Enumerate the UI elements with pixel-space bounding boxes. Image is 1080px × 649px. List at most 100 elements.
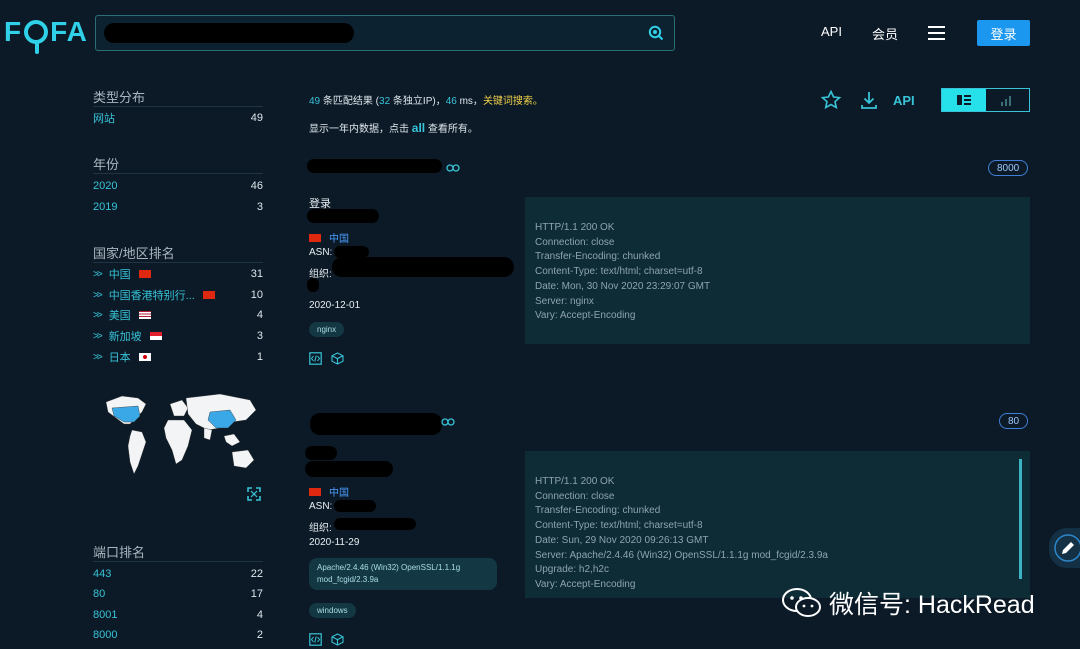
header-line: HTTP/1.1 200 OK (535, 222, 615, 233)
redacted-asn (334, 500, 376, 512)
result-country[interactable]: 中国 (309, 230, 349, 245)
hamburger-menu-icon[interactable] (928, 26, 945, 40)
redacted-title (305, 446, 337, 460)
result-date: 2020-12-01 (309, 300, 361, 311)
org-label: 组织: (309, 523, 332, 534)
port-badge[interactable]: 8000 (988, 160, 1029, 176)
nav-api-link[interactable]: API (821, 24, 842, 39)
sidebar-item-count: 3 (256, 201, 263, 213)
api-export-link[interactable]: API (893, 93, 915, 108)
list-view-button[interactable] (942, 89, 986, 111)
hong-kong-flag-icon (202, 291, 215, 299)
sidebar-item-label: 8000 (93, 629, 118, 641)
header-line: Vary: Accept-Encoding (535, 310, 636, 322)
nav-member-link[interactable]: 会员 (872, 24, 898, 43)
sidebar-item-label: 443 (93, 568, 112, 580)
sidebar-item-website[interactable]: 网站 49 (93, 109, 263, 127)
chevron-right-icon: >> (93, 351, 103, 363)
year-filter-note: 显示一年内数据，点击 all 查看所有。 (309, 120, 478, 135)
search-icon[interactable] (648, 25, 664, 41)
logo-letters-fa: FA (50, 16, 88, 47)
country-label: 中国 (329, 488, 349, 499)
sidebar-item-country-cn[interactable]: >> 中国 31 (93, 265, 263, 283)
sidebar-item-label: 8001 (93, 609, 118, 621)
sidebar-item-country-hk[interactable]: >> 中国香港特别行... 10 (93, 286, 263, 304)
code-view-icon[interactable] (309, 352, 322, 365)
divider (93, 106, 263, 107)
fofa-logo[interactable]: F FA (4, 14, 88, 54)
list-view-icon (956, 95, 971, 105)
sidebar-item-year-2020[interactable]: 2020 46 (93, 177, 263, 195)
unique-ip-suffix: 条独立IP)， (390, 96, 446, 107)
sidebar-item-label: 2020 (93, 180, 118, 192)
stats-view-button[interactable] (986, 89, 1030, 111)
edit-pencil-icon (1054, 534, 1080, 562)
sidebar-item-port-8000[interactable]: 8000 2 (93, 626, 263, 644)
cube-icon[interactable] (331, 352, 344, 365)
result-date: 2020-11-29 (309, 537, 360, 548)
tag-windows[interactable]: windows (309, 603, 356, 618)
login-button[interactable]: 登录 (977, 20, 1030, 46)
search-bar[interactable] (95, 15, 675, 51)
unique-ip-count: 32 (379, 96, 391, 107)
show-all-link[interactable]: all (412, 121, 425, 135)
header-line: Content-Type: text/html; charset=utf-8 (535, 520, 703, 532)
keyword-search-link[interactable]: 关键词搜索。 (483, 96, 543, 107)
view-toggle[interactable] (941, 88, 1030, 112)
chevron-right-icon: >> (93, 330, 103, 342)
asn-label: ASN: (309, 247, 333, 258)
chevron-right-icon: >> (93, 289, 103, 301)
china-flag-icon (138, 270, 151, 278)
sidebar-item-port-80[interactable]: 80 17 (93, 585, 263, 603)
star-icon[interactable] (821, 90, 841, 110)
china-flag-icon (309, 488, 321, 496)
header-line: Server: Apache/2.4.46 (Win32) OpenSSL/1.… (535, 549, 828, 561)
header-line: Connection: close (535, 490, 615, 502)
redacted-ip (305, 461, 393, 477)
match-count-suffix: 条匹配结果 ( (320, 96, 380, 107)
year-title: 年份 (93, 157, 120, 172)
download-icon[interactable] (859, 90, 879, 110)
tag-apache-server[interactable]: Apache/2.4.46 (Win32) OpenSSL/1.1.1g mod… (309, 558, 497, 590)
match-count: 49 (309, 96, 321, 107)
port-badge[interactable]: 80 (999, 413, 1029, 429)
feedback-edit-button[interactable] (1049, 528, 1080, 568)
cube-icon[interactable] (331, 633, 344, 646)
result-country[interactable]: 中国 (309, 484, 349, 499)
link-icon[interactable] (441, 418, 455, 426)
sidebar-item-country-us[interactable]: >> 美国 4 (93, 306, 263, 324)
header-line: Upgrade: h2,h2c (535, 564, 609, 576)
tag-nginx[interactable]: nginx (309, 322, 345, 337)
sidebar-item-count: 4 (256, 309, 263, 321)
sidebar-item-year-2019[interactable]: 2019 3 (93, 198, 263, 216)
redacted-ip (307, 209, 379, 223)
country-label: 中国 (329, 234, 349, 245)
sidebar-item-country-sg[interactable]: >> 新加坡 3 (93, 327, 263, 345)
expand-fullscreen-icon[interactable] (247, 487, 261, 501)
sidebar-item-label: 80 (93, 588, 106, 600)
link-icon[interactable] (446, 164, 460, 172)
country-ranking-title: 国家/地区排名 (93, 246, 175, 261)
usa-flag-icon (138, 311, 151, 319)
type-distribution-title: 类型分布 (93, 90, 146, 105)
wechat-icon (782, 588, 821, 617)
logo-pin-icon (24, 20, 49, 54)
chevron-right-icon: >> (93, 268, 103, 280)
sidebar-item-count: 22 (250, 568, 263, 580)
sidebar-item-label: 2019 (93, 201, 118, 213)
sidebar-item-label: 中国 (108, 269, 131, 281)
sidebar-item-label: 新加坡 (108, 331, 142, 343)
divider (93, 561, 263, 562)
sidebar-item-port-8001[interactable]: 8001 4 (93, 606, 263, 624)
singapore-flag-icon (149, 332, 162, 340)
sidebar-item-country-jp[interactable]: >> 日本 1 (93, 348, 263, 366)
header-line: Server: nginx (535, 295, 594, 307)
code-view-icon[interactable] (309, 633, 322, 646)
sidebar-item-count: 10 (250, 289, 263, 301)
chevron-right-icon: >> (93, 309, 103, 321)
japan-flag-icon (138, 353, 151, 361)
sidebar-item-count: 4 (256, 609, 263, 621)
world-map[interactable] (100, 390, 260, 485)
sidebar-item-port-443[interactable]: 443 22 (93, 565, 263, 583)
panel-scrollbar[interactable] (1019, 459, 1022, 579)
